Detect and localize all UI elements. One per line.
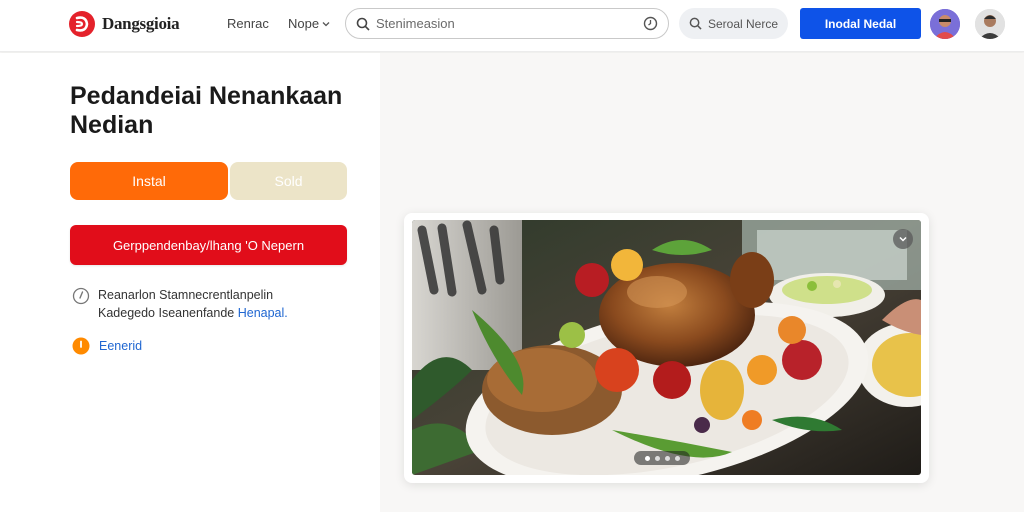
general-link[interactable]: Eenerid (99, 339, 142, 353)
chevron-down-icon (322, 21, 330, 26)
nav-dropdown-nope[interactable]: Nope (288, 16, 330, 31)
info-icon (72, 287, 90, 305)
sold-button[interactable]: Sold (230, 162, 347, 200)
info-note: Reanarlon Stamnecrentlanpelin Kadegedo I… (72, 286, 288, 322)
top-navigation-bar: Dangsgioia Renrac Nope Seroal Nerce Inod… (0, 0, 1024, 52)
primary-cta-button[interactable]: Inodal Nedal (800, 8, 921, 39)
brand-logo-icon (69, 11, 95, 37)
carousel-indicators (634, 451, 690, 465)
search-bar[interactable] (345, 8, 669, 39)
info-line-1: Reanarlon Stamnecrentlanpelin (98, 288, 274, 302)
roast-chicken-plate-image (412, 220, 921, 475)
primary-action-button[interactable]: Gerppendenbay/lhang 'O Nepern (70, 225, 347, 265)
search-icon (689, 17, 702, 30)
page-title: Pedandeiai Nenankaan Nedian (70, 82, 343, 139)
carousel-dot[interactable] (674, 455, 680, 461)
info-text: Reanarlon Stamnecrentlanpelin Kadegedo I… (98, 286, 288, 322)
user-avatar-image (975, 9, 1005, 39)
secondary-search-label: Seroal Nerce (707, 16, 778, 31)
search-icon (356, 17, 370, 31)
info-line-2: Kadegedo Iseanenfande Henapal. (98, 304, 288, 322)
food-photo[interactable] (412, 220, 921, 475)
carousel-dot[interactable] (664, 455, 670, 461)
carousel-dot[interactable] (654, 455, 660, 461)
secondary-search-button[interactable]: Seroal Nerce (679, 8, 788, 39)
nav-dropdown-label: Nope (288, 16, 320, 31)
brand-name: Dangsgioia (102, 14, 180, 33)
orange-circle-icon (72, 337, 90, 355)
info-line-2-text: Kadegedo Iseanenfande (98, 306, 238, 320)
brand-logo[interactable]: Dangsgioia (68, 10, 180, 38)
carousel-dot[interactable] (644, 455, 650, 461)
avatar[interactable] (930, 9, 960, 39)
install-button[interactable]: Instal (70, 162, 228, 200)
user-avatar-image (930, 9, 960, 39)
nav-link-renrac[interactable]: Renrac (227, 16, 269, 31)
avatar[interactable] (975, 9, 1005, 39)
general-link-row[interactable]: Eenerid (72, 337, 142, 355)
search-input[interactable] (376, 16, 643, 31)
photo-menu-button[interactable] (893, 229, 913, 249)
clock-icon[interactable] (643, 16, 658, 31)
info-link[interactable]: Henapal. (238, 306, 288, 320)
chevron-down-icon (899, 236, 907, 242)
